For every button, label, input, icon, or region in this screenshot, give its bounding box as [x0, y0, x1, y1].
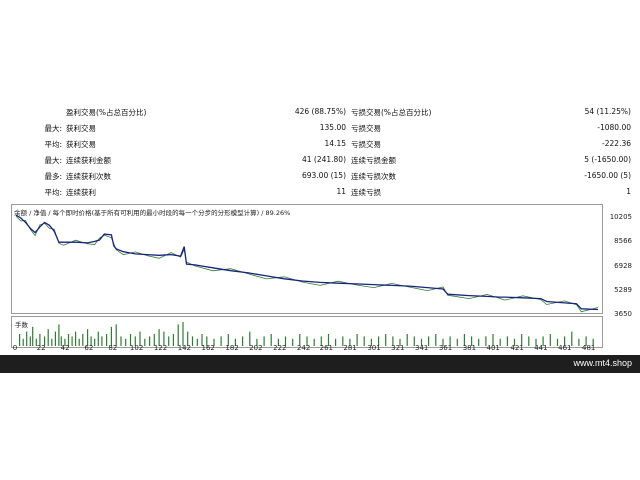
balance-chart [15, 214, 599, 313]
x-tick-label: 261 [319, 344, 333, 352]
x-tick-label: 82 [108, 344, 118, 352]
stats-row: 平均: 连续获利 11 连续亏损 1 [0, 184, 640, 200]
stats-row-label: 盈利交易(%占总百分比) [66, 108, 147, 117]
volume-label: 手数 [15, 321, 28, 329]
stats-row-value-right: -1080.00 [597, 123, 631, 132]
stats-row-prefix: 平均: [44, 140, 62, 149]
y-tick-label: 3650 [614, 310, 632, 318]
x-tick-label: 122 [153, 344, 168, 352]
stats-row-value: 11 [336, 187, 346, 196]
x-tick-label: 142 [177, 344, 192, 352]
stats-row: 最多: 连续获利次数 693.00 (15) 连续亏损次数 -1650.00 (… [0, 168, 640, 184]
stats-row: 平均: 获利交易 14.15 亏损交易 -222.36 [0, 136, 640, 152]
stats-row-label: 获利交易 [66, 140, 96, 149]
stats-row-value-right: 5 (-1650.00) [584, 155, 631, 164]
x-tick-label: 182 [225, 344, 239, 352]
stats-row-label-right: 亏损交易(%占总百分比) [351, 108, 432, 117]
balance-chart-panel: 余额 / 净值 / 每个即时价格(基于所有可利用的最小时段的每一个分步的分形模型… [11, 204, 603, 314]
x-tick-label: 102 [129, 344, 144, 352]
stats-row-value: 426 (88.75%) [294, 107, 346, 116]
x-tick-label: 42 [60, 344, 70, 352]
volume-bar [182, 322, 184, 346]
stats-row-value-right: -1650.00 (5) [584, 171, 631, 180]
y-tick-label: 10205 [609, 213, 632, 221]
stats-row-label: 连续获利 [66, 188, 96, 197]
x-tick-label: 381 [462, 344, 477, 352]
stats-row-value: 135.00 [319, 123, 346, 132]
stats-row-prefix: 最多: [44, 172, 62, 181]
stats-row-value-right: -222.36 [602, 139, 631, 148]
y-tick-label: 8566 [614, 237, 632, 245]
stats-row-label: 获利交易 [66, 124, 96, 133]
stats-row-label-right: 连续亏损次数 [351, 172, 396, 181]
y-tick-label: 5289 [614, 286, 632, 294]
stats-row-prefix: 最大: [44, 124, 62, 133]
x-tick-label: 242 [296, 344, 311, 352]
watermark: www.mt4.shop [573, 358, 632, 368]
volume-bar [58, 324, 60, 346]
stats-row-prefix: 平均: [44, 188, 62, 197]
stats-row-label: 连续获利次数 [66, 172, 111, 181]
stats-row-value: 693.00 (15) [301, 171, 346, 180]
x-tick-label: 461 [558, 344, 572, 352]
volume-bar [177, 324, 179, 346]
y-tick-label: 6928 [614, 262, 632, 270]
x-tick-label: 441 [534, 344, 548, 352]
x-tick-label: 281 [343, 344, 357, 352]
stats-row-value: 14.15 [324, 139, 346, 148]
footer-bar: www.mt4.shop [0, 355, 640, 373]
x-tick-label: 481 [582, 344, 596, 352]
stats-table: 盈利交易(%占总百分比) 426 (88.75%) 亏损交易(%占总百分比) 5… [0, 104, 640, 200]
x-tick-label: 222 [273, 344, 287, 352]
stats-row: 盈利交易(%占总百分比) 426 (88.75%) 亏损交易(%占总百分比) 5… [0, 104, 640, 120]
stats-row-label-right: 连续亏损金额 [351, 156, 396, 165]
stats-row-value: 41 (241.80) [301, 155, 346, 164]
stats-row-value-right: 1 [626, 187, 631, 196]
stats-row-prefix: 最大: [44, 156, 62, 165]
stats-row-label-right: 连续亏损 [351, 188, 381, 197]
volume-bar [115, 324, 117, 346]
x-tick-label: 301 [367, 344, 381, 352]
stats-row-value-right: 54 (11.25%) [584, 107, 631, 116]
x-tick-label: 341 [415, 344, 429, 352]
stats-row-label-right: 亏损交易 [351, 140, 381, 149]
x-tick-label: 0 [12, 344, 18, 352]
x-tick-label: 421 [510, 344, 524, 352]
x-tick-label: 401 [486, 344, 500, 352]
x-tick-label: 202 [249, 344, 263, 352]
chart-header: 余额 / 净值 / 每个即时价格(基于所有可利用的最小时段的每一个分步的分形模型… [14, 209, 291, 217]
stats-row: 最大: 连续获利金额 41 (241.80) 连续亏损金额 5 (-1650.0… [0, 152, 640, 168]
x-tick-label: 162 [201, 344, 215, 352]
x-tick-label: 361 [438, 344, 453, 352]
x-tick-label: 321 [391, 344, 405, 352]
stats-row: 最大: 获利交易 135.00 亏损交易 -1080.00 [0, 120, 640, 136]
stats-row-label-right: 亏损交易 [351, 124, 381, 133]
x-tick-label: 62 [84, 344, 94, 352]
volume-chart [19, 322, 594, 346]
stats-row-label: 连续获利金额 [66, 156, 111, 165]
x-tick-label: 22 [36, 344, 46, 352]
balance-line [15, 214, 599, 311]
